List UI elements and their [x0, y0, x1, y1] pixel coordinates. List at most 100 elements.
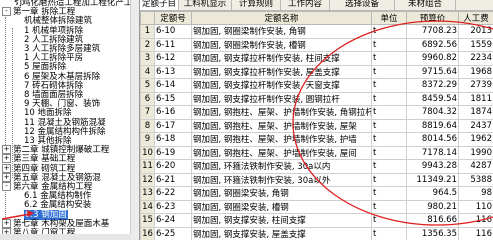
table-row[interactable]: 11 6-20 钢加固, 环箍法铁制作安装, 30a以内 t 9943.28 4287 [140, 159, 493, 174]
quota-code-cell: 6-11 [154, 37, 192, 52]
row-number-cell: 11 [140, 159, 155, 174]
tab-select-equipment[interactable]: 选择设备 [330, 0, 395, 10]
labor-cost-cell: 4287 [458, 159, 493, 174]
budget-price-cell: 9715.64 [406, 64, 459, 79]
table-row[interactable]: 15 6-24 钢加固, 钢支撑安装, 柱间支撑 t 816.66 116 [140, 213, 493, 228]
row-number-cell: 6 [140, 91, 155, 106]
labor-cost-cell: 1874 [458, 105, 493, 120]
tab-material-display[interactable]: 工料机显示 [179, 0, 232, 10]
row-number-cell: 3 [140, 51, 155, 66]
labor-cost-cell: 1962 [458, 132, 493, 147]
budget-price-cell: 8372.29 [406, 78, 459, 93]
collapse-icon[interactable]: - [2, 182, 11, 191]
col-header-price[interactable]: 预算价 [406, 11, 459, 25]
unit-cell: t [371, 226, 407, 240]
expand-icon[interactable]: + [2, 218, 11, 228]
table-row[interactable]: 3 6-12 钢加固, 钢支撑拉杆制作安装, 柱间支撑 t 9960.82 2234 [140, 51, 493, 66]
tab-material-combo[interactable]: 未材组合 [395, 0, 456, 10]
expand-icon[interactable]: + [2, 163, 11, 173]
row-number-cell: 8 [140, 118, 155, 133]
table-row[interactable]: 13 6-22 钢加固, 钢圈梁安装, 角钢 t 964.5 98 [140, 186, 493, 201]
labor-cost-cell: 2739 [458, 78, 493, 93]
quota-name-cell: 钢加固, 钢支撑安装, 柱间支撑 [191, 213, 372, 228]
quota-name-cell: 钢加固, 钢抱柱、屋架、护墙制作安装, 护墙 [191, 132, 372, 147]
tree-horizontal-scrollbar[interactable] [0, 234, 131, 240]
table-row[interactable]: 9 6-18 钢加固, 钢抱柱、屋架、护墙制作安装, 护墙 t 8014.56 1962 [140, 132, 493, 147]
quota-code-cell: 6-21 [154, 172, 192, 187]
col-header-labor[interactable]: 人工费 [458, 11, 493, 25]
row-number-cell: 9 [140, 132, 155, 147]
unit-cell: t [371, 91, 407, 106]
row-number-cell: 5 [140, 78, 155, 93]
col-header-name[interactable]: 定额名称 [191, 11, 372, 25]
quota-name-cell: 钢加固, 钢抱柱、屋架、护墙制作安装, 屋间 [191, 145, 372, 160]
labor-cost-cell: 98 [458, 186, 493, 201]
budget-price-cell: 6892.56 [406, 37, 459, 52]
table-row[interactable]: 6 6-15 钢加固, 钢支撑拉杆制作安装, 圆钢拉杆 t 8459.54 1811 [140, 91, 493, 106]
table-row[interactable]: 12 6-21 钢加固, 环箍法铁制作安装, 30a以外 t 11349.21 5388 [140, 172, 493, 187]
quota-name-cell: 钢加固, 环箍法铁制作安装, 30a以外 [191, 172, 372, 187]
collapse-icon[interactable]: - [2, 7, 11, 17]
unit-cell: t [371, 132, 407, 147]
row-number-cell: 15 [140, 213, 155, 228]
row-number-cell: 10 [140, 145, 155, 160]
unit-cell: t [371, 118, 407, 133]
row-number-cell: 12 [140, 172, 155, 187]
labor-cost-cell: 2437 [458, 118, 493, 133]
table-row[interactable]: 14 6-23 钢加固, 钢圈梁安装, 槽钢 t 980.21 110 [140, 199, 493, 214]
quota-code-cell: 6-10 [154, 24, 192, 39]
unit-cell: t [371, 213, 407, 228]
quota-name-cell: 钢加固, 钢圈梁安装, 槽钢 [191, 199, 372, 214]
expand-icon[interactable]: + [2, 145, 11, 155]
table-row[interactable]: 2 6-11 钢加固, 钢圈梁制作安装, 槽钢 t 6892.56 1559 [140, 37, 493, 52]
budget-price-cell: 7708.23 [406, 24, 459, 39]
quota-code-cell: 6-19 [154, 145, 192, 160]
table-row[interactable]: 8 6-17 钢加固, 钢抱柱、屋架、护墙制作安装, 屋架 t 8819.64 2437 [140, 118, 493, 133]
labor-cost-cell: 116 [458, 213, 493, 228]
budget-price-cell: 7804.32 [406, 105, 459, 120]
quota-name-cell: 钢加固, 钢支撑拉杆制作安装, 柱间支撑 [191, 51, 372, 66]
table-row[interactable]: 1 6-10 钢加固, 钢圈梁制作安装, 角钢 t 7708.23 2013 [140, 24, 493, 39]
tab-work-content[interactable]: 工作内容 [281, 0, 330, 10]
unit-cell: t [371, 37, 407, 52]
quota-name-cell: 钢加固, 钢支撑安装, 屋盖支撑 [191, 226, 372, 240]
col-header-code[interactable]: 定额号 [154, 11, 192, 25]
labor-cost-cell: 5388 [458, 172, 493, 187]
unit-cell: t [371, 159, 407, 174]
labor-cost-cell: 110 [458, 199, 493, 214]
quota-code-cell: 6-24 [154, 213, 192, 228]
tab-quota-items[interactable]: 定额子目 [140, 0, 179, 10]
labor-cost-cell: 1811 [458, 91, 493, 106]
unit-cell: t [371, 51, 407, 66]
table-row[interactable]: 7 6-16 钢加固, 钢抱柱、屋架、护墙制作安装, 角钢拉杆 t 7804.32 187… [140, 105, 493, 120]
table-row[interactable]: 4 6-13 钢加固, 钢支撑拉杆制作安装, 屋盖支撑 t 9715.64 1968 [140, 64, 493, 79]
quota-name-cell: 钢加固, 钢抱柱、屋架、护墙制作安装, 屋架 [191, 118, 372, 133]
quota-code-cell: 6-13 [154, 64, 192, 79]
unit-cell: t [371, 186, 407, 201]
quota-code-cell: 6-14 [154, 78, 192, 93]
chapter-tree[interactable]: ร]鸡化磨热造工程加工程化产工 - 第一章 拆除工程 机械整体拆除建筑 1 机械单项拆除… [0, 0, 140, 240]
expand-icon[interactable]: + [2, 172, 11, 182]
labor-cost-cell: 2013 [458, 24, 493, 39]
expand-icon[interactable]: + [2, 154, 11, 164]
row-number-cell: 14 [140, 199, 155, 214]
row-number-cell: 13 [140, 186, 155, 201]
budget-price-cell: 964.5 [406, 186, 459, 201]
budget-price-cell: 9960.82 [406, 51, 459, 66]
table-row[interactable]: 16 6-25 钢加固, 钢支撑安装, 屋盖支撑 t 1356.35 116 [140, 226, 493, 240]
quota-name-cell: 钢加固, 环箍法铁制作安装, 30a以内 [191, 159, 372, 174]
budget-price-cell: 8459.54 [406, 91, 459, 106]
labor-cost-cell: 2234 [458, 51, 493, 66]
tree-vertical-scrollbar[interactable] [130, 0, 139, 240]
unit-cell: t [371, 105, 407, 120]
budget-price-cell: 9943.28 [406, 159, 459, 174]
labor-cost-cell: 1968 [458, 64, 493, 79]
unit-cell: t [371, 78, 407, 93]
budget-price-cell: 7178.14 [406, 145, 459, 160]
table-row[interactable]: 5 6-14 钢加固, 钢支撑拉杆制作安装, 天窗支撑 t 8372.29 2739 [140, 78, 493, 93]
col-header-unit[interactable]: 单位 [371, 11, 407, 25]
quota-table: 定额号 定额名称 单位 预算价 人工费 1 6-10 钢加固, 钢圈梁制作安装, 角… [140, 11, 493, 240]
quota-code-cell: 6-16 [154, 105, 192, 120]
tab-calc-rules[interactable]: 计算规则 [232, 0, 281, 10]
table-row[interactable]: 10 6-19 钢加固, 钢抱柱、屋架、护墙制作安装, 屋间 t 7178.14 1990 [140, 145, 493, 160]
